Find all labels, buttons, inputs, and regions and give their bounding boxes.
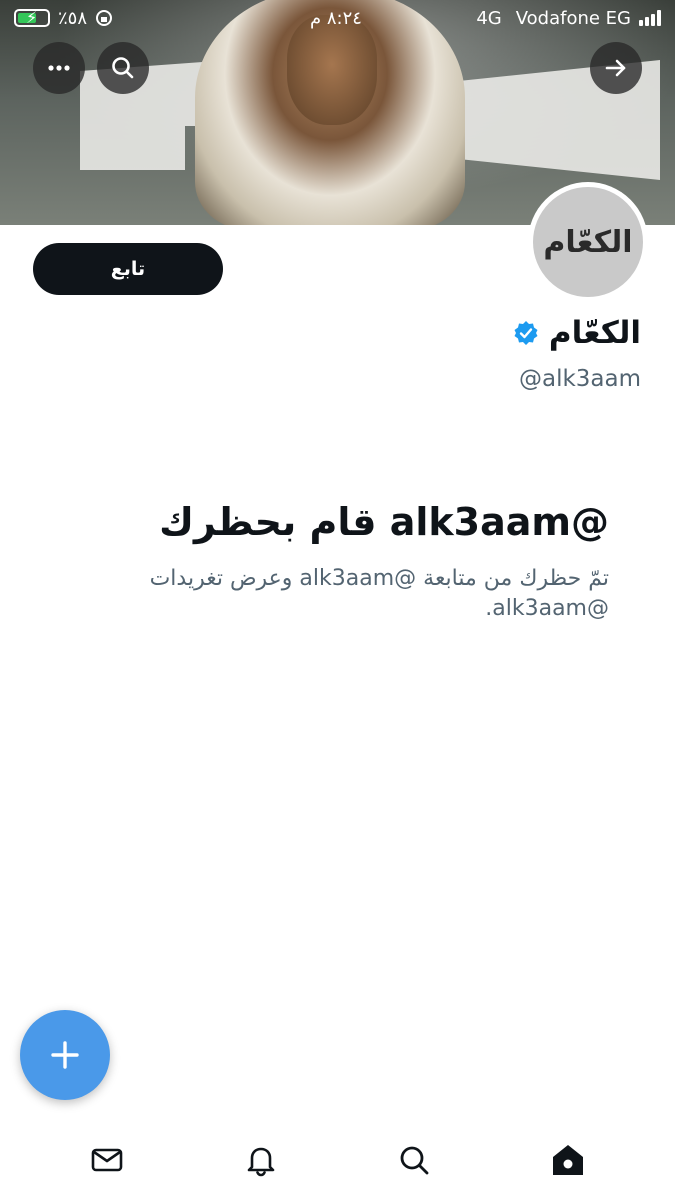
mail-icon — [91, 1148, 123, 1172]
home-icon — [553, 1145, 584, 1175]
back-button[interactable] — [590, 42, 642, 94]
status-left: ⚡ ٪٥٨ — [14, 8, 113, 29]
compose-button[interactable] — [20, 1010, 110, 1100]
plus-icon — [51, 1041, 79, 1069]
more-dots-icon — [48, 65, 70, 71]
profile-handle: @alk3aam — [518, 366, 641, 392]
avatar-logo-text: الكعّام — [543, 224, 633, 260]
orientation-lock-icon — [96, 10, 113, 26]
status-right: 4G Vodafone EG — [476, 8, 661, 29]
arrow-right-icon — [605, 59, 626, 77]
profile-avatar[interactable]: الكعّام — [528, 182, 648, 302]
follow-button[interactable]: تابع — [33, 243, 223, 295]
carrier-name: Vodafone EG — [515, 7, 631, 29]
blocked-description: تمّ حظرك من متابعة @alk3aam وعرض تغريدات… — [149, 566, 609, 621]
nav-messages[interactable] — [77, 1130, 137, 1190]
nav-search[interactable] — [384, 1130, 444, 1190]
more-button[interactable] — [33, 42, 85, 94]
signal-icon — [639, 10, 661, 26]
nav-notifications[interactable] — [231, 1130, 291, 1190]
verified-badge-icon — [514, 321, 538, 345]
avatar-image: الكعّام — [533, 187, 643, 297]
search-icon — [400, 1146, 429, 1175]
bell-icon — [247, 1147, 274, 1177]
nav-home[interactable] — [538, 1130, 598, 1190]
network-type: 4G — [476, 7, 502, 29]
blocked-title: @alk3aam قام بحظرك — [159, 500, 609, 544]
battery-icon: ⚡ — [14, 8, 50, 27]
bottom-navigation — [0, 1120, 675, 1200]
search-icon — [112, 57, 134, 79]
status-time: ٨:٢٤ م — [310, 7, 362, 29]
display-name: الكعّام — [548, 315, 641, 351]
profile-name-row: الكعّام — [513, 315, 641, 351]
status-bar: ⚡ ٪٥٨ ٨:٢٤ م 4G Vodafone EG — [0, 0, 675, 36]
battery-percent: ٪٥٨ — [58, 7, 88, 29]
search-button[interactable] — [97, 42, 149, 94]
